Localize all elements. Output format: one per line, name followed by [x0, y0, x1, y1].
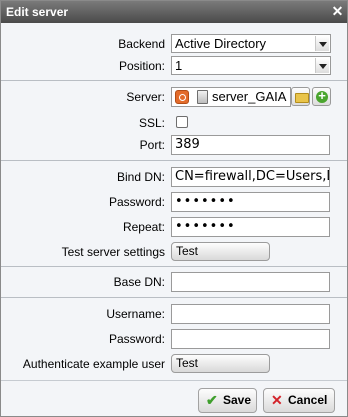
- divider: [1, 266, 347, 267]
- position-row: Position: 1: [1, 56, 347, 76]
- bind-dn-input[interactable]: CN=firewall,DC=Users,DC: [171, 167, 330, 187]
- port-input[interactable]: 389: [171, 135, 330, 155]
- ssl-checkbox[interactable]: [176, 116, 188, 128]
- server-field[interactable]: server_GAIA: [171, 87, 291, 107]
- title-bar: Edit server ✕: [1, 1, 347, 23]
- ssl-row: SSL:: [1, 113, 347, 133]
- password-label: Password:: [108, 195, 165, 209]
- chevron-down-icon: [315, 58, 329, 73]
- save-button[interactable]: ✔ Save: [198, 388, 257, 413]
- close-icon[interactable]: ✕: [330, 4, 345, 19]
- username-label: Username:: [106, 307, 165, 321]
- x-icon: ✕: [271, 392, 283, 408]
- position-select[interactable]: 1: [171, 56, 331, 75]
- example-password-row: Password:: [1, 329, 347, 349]
- position-label: Position:: [118, 59, 165, 73]
- dialog-title: Edit server: [6, 5, 69, 19]
- divider: [1, 160, 347, 161]
- auth-example-button[interactable]: Test: [171, 354, 270, 373]
- port-label: Port:: [139, 138, 165, 152]
- cancel-button[interactable]: ✕ Cancel: [263, 388, 335, 413]
- save-label: Save: [223, 393, 252, 407]
- server-icon: [197, 90, 208, 104]
- port-row: Port: 389: [1, 135, 347, 155]
- username-row: Username:: [1, 304, 347, 324]
- backend-value: Active Directory: [175, 36, 267, 51]
- base-dn-row: Base DN:: [1, 272, 347, 292]
- ssl-label: SSL:: [138, 116, 165, 130]
- repeat-password-input[interactable]: •••••••: [171, 217, 330, 237]
- auth-example-row: Authenticate example user Test: [1, 354, 347, 374]
- folder-icon[interactable]: [291, 87, 310, 106]
- server-row: Server: server_GAIA: [1, 87, 347, 107]
- repeat-label: Repeat:: [122, 220, 165, 234]
- add-icon[interactable]: [312, 87, 331, 106]
- footer-divider: [1, 380, 347, 381]
- auth-example-label: Authenticate example user: [22, 357, 165, 371]
- repeat-row: Repeat: •••••••: [1, 217, 347, 237]
- backend-row: Backend Active Directory: [1, 34, 347, 54]
- divider: [1, 297, 347, 298]
- example-password-label: Password:: [108, 332, 165, 346]
- position-value: 1: [175, 58, 183, 73]
- backend-select[interactable]: Active Directory: [171, 34, 331, 53]
- cancel-label: Cancel: [288, 393, 328, 407]
- username-input[interactable]: [171, 304, 330, 324]
- test-server-row: Test server settings Test: [1, 242, 347, 262]
- server-value: server_GAIA: [212, 89, 287, 104]
- object-icon: [175, 90, 189, 104]
- test-server-button[interactable]: Test: [171, 242, 270, 261]
- bind-dn-row: Bind DN: CN=firewall,DC=Users,DC: [1, 167, 347, 187]
- test-server-label: Test server settings: [61, 245, 165, 259]
- backend-label: Backend: [118, 37, 165, 51]
- bind-dn-label: Bind DN:: [116, 170, 165, 184]
- base-dn-label: Base DN:: [113, 275, 165, 289]
- chevron-down-icon: [315, 36, 329, 51]
- password-row: Password: •••••••: [1, 192, 347, 212]
- password-input[interactable]: •••••••: [171, 192, 330, 212]
- check-icon: ✔: [206, 392, 218, 408]
- base-dn-input[interactable]: [171, 272, 330, 292]
- example-password-input[interactable]: [171, 329, 330, 349]
- divider: [1, 80, 347, 81]
- server-label: Server:: [126, 90, 165, 104]
- edit-server-dialog: Edit server ✕ Backend Active Directory P…: [0, 0, 348, 417]
